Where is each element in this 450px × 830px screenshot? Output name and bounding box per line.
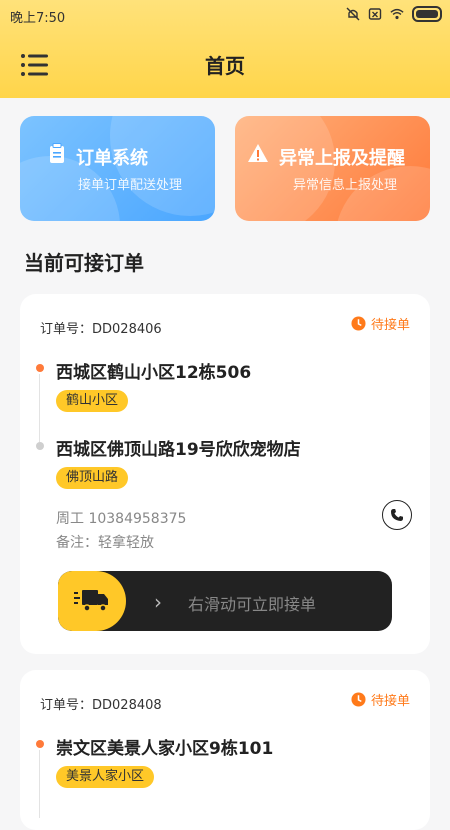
clipboard-icon	[50, 143, 64, 163]
slider-handle[interactable]	[58, 571, 126, 631]
pickup-tag: 美景人家小区	[56, 766, 155, 788]
route-line	[39, 750, 40, 818]
clock-icon	[351, 692, 366, 707]
pickup-dot	[36, 740, 44, 748]
card-title: 异常上报及提醒	[279, 148, 405, 169]
wifi-icon	[390, 8, 404, 20]
pickup-address: 西城区鹤山小区12栋506	[56, 363, 252, 383]
route-line	[39, 374, 40, 442]
phone-icon	[391, 509, 403, 521]
status-icons	[346, 6, 442, 22]
order-number: 订单号：DD028406	[40, 322, 162, 337]
chevron-right-icon: ›	[154, 590, 162, 614]
order-status-label: 待接单	[370, 694, 410, 709]
contact-info: 周工 10384958375	[56, 511, 187, 527]
card-subtitle: 异常信息上报处理	[293, 178, 398, 193]
order-number: 订单号：DD028408	[40, 698, 162, 713]
card-title: 订单系统	[76, 148, 148, 169]
pickup-tag: 鹤山小区	[56, 390, 129, 412]
order-note: 备注：轻拿轻放	[56, 535, 154, 551]
pickup-dot	[36, 364, 44, 372]
accept-order-slider[interactable]: › 右滑动可立即接单	[58, 571, 392, 631]
call-button[interactable]	[382, 500, 412, 530]
dropoff-tag: 佛顶山路	[56, 467, 129, 489]
status-bar: 晚上7:50	[0, 0, 450, 30]
status-time: 晚上7:50	[10, 11, 66, 26]
clock-icon	[351, 316, 366, 331]
truck-icon	[74, 590, 108, 612]
dropoff-address: 西城区佛顶山路19号欣欣宠物店	[56, 440, 301, 460]
card-subtitle: 接单订单配送处理	[78, 178, 183, 193]
order-status-label: 待接单	[370, 318, 410, 333]
dropoff-dot	[36, 442, 44, 450]
order-status: 待接单	[351, 314, 410, 333]
order-card[interactable]: 订单号：DD028408 待接单 崇文区美景人家小区9栋101 美景人家小区	[20, 670, 430, 830]
pickup-address: 崇文区美景人家小区9栋101	[56, 739, 274, 759]
battery-icon	[412, 6, 442, 22]
order-status: 待接单	[351, 690, 410, 709]
order-system-card[interactable]: 订单系统 接单订单配送处理	[20, 116, 215, 221]
section-title: 当前可接订单	[24, 251, 144, 275]
mute-icon	[346, 7, 360, 21]
order-card[interactable]: 订单号：DD028406 待接单 西城区鹤山小区12栋506 鹤山小区 西城区佛…	[20, 294, 430, 654]
sim-icon	[368, 8, 382, 20]
page-title: 首页	[205, 54, 245, 78]
warning-icon	[248, 144, 268, 162]
exception-report-card[interactable]: 异常上报及提醒 异常信息上报处理	[235, 116, 430, 221]
slider-label: 右滑动可立即接单	[188, 595, 317, 614]
